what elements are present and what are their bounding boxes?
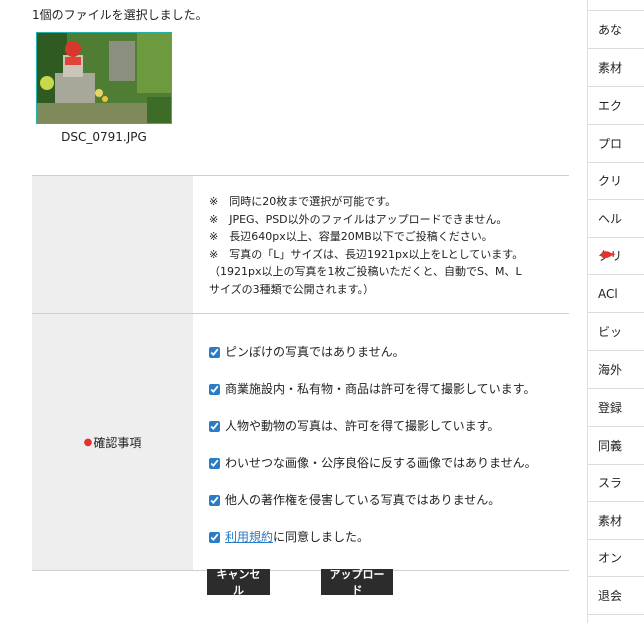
sidebar-item-label: 素材: [598, 61, 623, 75]
confirm-label-text: 確認事項: [93, 435, 142, 450]
note-line: サイズの3種類で公開されます。）: [209, 282, 375, 296]
main-content: 1個のファイルを選択しました。 DSC_0791.JPG ※ 同時に20枚まで選…: [0, 0, 580, 623]
confirm-item[interactable]: わいせつな画像・公序良俗に反する画像ではありません。: [209, 445, 557, 482]
confirm-row: ● 確認事項 ピンぼけの写真ではありません。 商業施設内・私有物・商品は許可を得て…: [32, 314, 569, 571]
confirm-label: ● 確認事項: [32, 314, 193, 570]
terms-link[interactable]: 利用規約: [225, 529, 273, 547]
terms-suffix: に同意しました。: [273, 529, 370, 544]
sidebar-item[interactable]: [588, 0, 644, 11]
sidebar-item-label: エク: [598, 99, 623, 113]
confirm-checkbox[interactable]: [209, 347, 220, 358]
sidebar-item[interactable]: ビッ: [588, 313, 644, 351]
sidebar-item-label: 登録: [598, 401, 623, 415]
note-line: ※ 同時に20枚まで選択が可能です。: [209, 195, 397, 208]
notes-content: ※ 同時に20枚まで選択が可能です。 ※ JPEG、PSD以外のファイルはアップ…: [193, 176, 569, 313]
sidebar-item[interactable]: ACl: [588, 275, 644, 313]
confirm-checkbox[interactable]: [209, 384, 220, 395]
note-line: ※ 写真の「L」サイズは、長辺1921px以上をLとしています。: [209, 247, 524, 261]
terms-checkbox[interactable]: [209, 532, 220, 543]
note-line: ※ JPEG、PSD以外のファイルはアップロードできません。: [209, 212, 508, 226]
confirm-item[interactable]: 他人の著作権を侵害している写真ではありません。: [209, 482, 557, 519]
photo-thumbnail-image: [37, 33, 171, 123]
selection-message: 1個のファイルを選択しました。: [32, 8, 208, 22]
confirm-checkbox[interactable]: [209, 495, 220, 506]
sidebar-item[interactable]: 海外: [588, 351, 644, 389]
required-mark: ●: [83, 436, 93, 448]
sidebar-item[interactable]: エク: [588, 87, 644, 125]
sidebar-item-label: 素材: [598, 514, 623, 528]
note-line: ※ 長辺640px以上、容量20MB以下でご投稿ください。: [209, 230, 493, 243]
confirm-item-label: 商業施設内・私有物・商品は許可を得て撮影しています。: [225, 381, 536, 396]
confirm-item[interactable]: 人物や動物の写真は、許可を得て撮影しています。: [209, 408, 557, 445]
sidebar-item-label: オン: [598, 551, 623, 565]
sidebar-item-label: ヘル: [598, 212, 623, 226]
sidebar-item[interactable]: プロ: [588, 125, 644, 163]
confirm-item[interactable]: ピンぼけの写真ではありません。: [209, 334, 557, 371]
sidebar-item-label: スラ: [598, 476, 623, 490]
confirm-item-label: ピンぼけの写真ではありません。: [225, 344, 405, 359]
file-preview: DSC_0791.JPG: [36, 32, 172, 144]
sidebar-item-label: 海外: [598, 363, 623, 377]
sidebar-item-label: クリ: [598, 174, 623, 188]
sidebar-item[interactable]: クリ: [588, 162, 644, 200]
confirm-checkbox[interactable]: [209, 458, 220, 469]
sidebar-item[interactable]: 素材: [588, 49, 644, 87]
upload-form: ※ 同時に20枚まで選択が可能です。 ※ JPEG、PSD以外のファイルはアップ…: [32, 175, 569, 571]
confirm-item-label: 人物や動物の写真は、許可を得て撮影しています。: [225, 418, 500, 433]
note-line: （1921px以上の写真を1枚ご投稿いただくと、自動でS、M、L: [209, 265, 522, 278]
sidebar-item-label: プロ: [598, 137, 623, 151]
sidebar-menu: あな 素材 エク プロ クリ ヘル クリ ACl ビッ 海外 登録 同義 スラ …: [587, 0, 644, 623]
sidebar-item-label: あな: [598, 23, 623, 37]
upload-button[interactable]: アップロード: [321, 569, 393, 597]
confirm-item-label: 他人の著作権を侵害している写真ではありません。: [225, 492, 501, 507]
sidebar-item[interactable]: 登録: [588, 389, 644, 427]
confirm-items: ピンぼけの写真ではありません。 商業施設内・私有物・商品は許可を得て撮影していま…: [193, 314, 569, 570]
sidebar-item-label: 同義: [598, 439, 623, 453]
confirm-item[interactable]: 商業施設内・私有物・商品は許可を得て撮影しています。: [209, 371, 557, 408]
file-name: DSC_0791.JPG: [61, 130, 147, 144]
sidebar-item[interactable]: ヘル: [588, 200, 644, 238]
sidebar-item[interactable]: 退会: [588, 577, 644, 615]
photo-thumbnail[interactable]: [36, 32, 172, 124]
notes-row: ※ 同時に20枚まで選択が可能です。 ※ JPEG、PSD以外のファイルはアップ…: [32, 176, 569, 314]
sidebar-item[interactable]: オン: [588, 539, 644, 577]
form-actions: キャンセル アップロード: [0, 569, 580, 597]
sidebar-item[interactable]: 素材: [588, 502, 644, 540]
sidebar-item-label: ビッ: [598, 325, 623, 339]
sidebar-item[interactable]: 同義: [588, 427, 644, 465]
sidebar-item[interactable]: スラ: [588, 464, 644, 502]
notes-label-cell: [32, 176, 193, 313]
sidebar-item-label: 退会: [598, 589, 623, 603]
confirm-item-terms[interactable]: 利用規約 に同意しました。: [209, 519, 557, 556]
sidebar-item[interactable]: あな: [588, 11, 644, 49]
sidebar-item-label: ACl: [598, 286, 618, 301]
confirm-item-label: わいせつな画像・公序良俗に反する画像ではありません。: [225, 455, 537, 470]
active-marker-icon: [601, 251, 616, 259]
confirm-checkbox[interactable]: [209, 421, 220, 432]
cancel-button[interactable]: キャンセル: [207, 569, 270, 597]
